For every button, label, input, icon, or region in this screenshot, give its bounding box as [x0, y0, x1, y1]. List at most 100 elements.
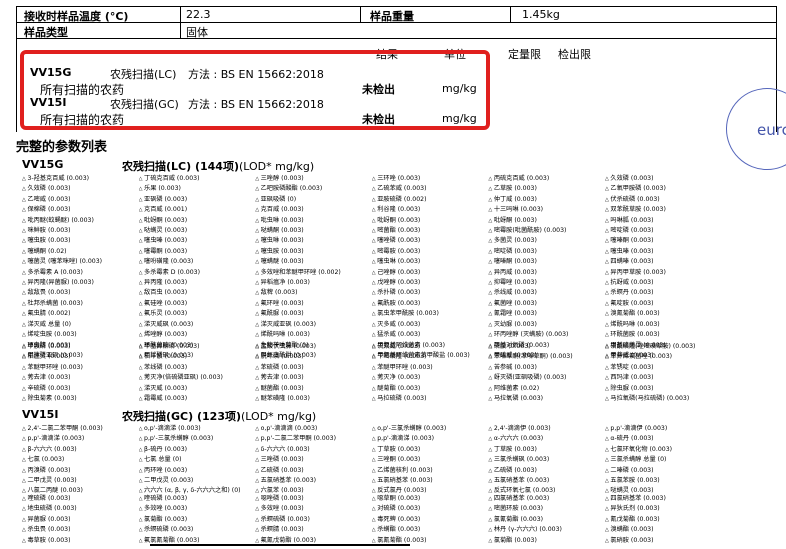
param-item: 噻虫啉 (0.003) [372, 257, 489, 267]
param-item: 吡蚜酮 (0.003) [372, 216, 489, 226]
param-item: p,p'-滴滴伊 (0.003) [605, 424, 722, 434]
lc-param-grid-1: 3-羟基克百威 (0.003)丁硫克百威 (0.003)三唑醇 (0.003)三… [22, 174, 778, 361]
param-item: 涕灭威亚砜 (0.003) [255, 320, 372, 330]
param-item: 林丹 (γ-六六六) (0.003) [488, 525, 605, 535]
param-item: 除虫菊素 (0.003) [22, 394, 139, 404]
param-item: 杀螟硫磷 (0.003) [139, 525, 256, 535]
param-item: 敌敌畏 (0.003) [22, 288, 139, 298]
param-item: β-硫丹 (0.003) [139, 445, 256, 455]
param-item: 乙吧胺磷酸酯 (0.003) [255, 184, 372, 194]
param-item: 2,4'-二氯二苯甲酮 (0.003) [22, 424, 139, 434]
param-item: 乙硫磷 (0.003) [255, 466, 372, 476]
param-item: 稻丰散 (0.003) [139, 352, 256, 362]
param-item: 噻虫嗪 (0.003) [139, 236, 256, 246]
param-item: 三唑醇 (0.003) [255, 174, 372, 184]
param-item: 敌百虫 (0.003) [139, 288, 256, 298]
param-item: 五氯硝基苯 (0.003) [372, 476, 489, 486]
param-item: 七氯环氧化物 (0.003) [605, 445, 722, 455]
param-item: 苯醚甲环唑 (0.003) [372, 363, 489, 373]
param-item: 杀螨酯 (0.003) [372, 525, 489, 535]
param-item: 戊唑醇 (0.003) [372, 278, 489, 288]
param-item: 3-羟基克百威 (0.003) [22, 174, 139, 184]
param-item: 三环唑 (0.003) [372, 174, 489, 184]
sample-type-label: 样品类型 [24, 26, 68, 39]
param-item: 乙硫磷 (0.003) [488, 466, 605, 476]
param-item: 噻吩磺隆 (0.003) [139, 257, 256, 267]
param-item: 烯啶虫胺 (0.003) [22, 330, 139, 340]
param-item: 溴螨酯 (0.003) [605, 525, 722, 535]
param-item: 氟酰胺 (0.003) [372, 299, 489, 309]
param-item: 马拉氧磷 (0.003) [488, 394, 605, 404]
gc-param-grid-2: 喹硫磷 (0.003)喹硫磷 (0.003)噁唑磷 (0.003)噁草酮 (0.… [22, 494, 778, 546]
param-item: 嘧啶磷 (0.003) [605, 226, 722, 236]
param-item: 马拉氧磷(马拉硫磷) (0.003) [605, 394, 722, 404]
param-item: 亚砜磷 (0.003) [139, 195, 256, 205]
param-item: 丙溴磷 (0.003) [22, 466, 139, 476]
param-item: 杀螟丹 (0.003) [605, 288, 722, 298]
param-item: 噻螨酮 (0.02) [22, 247, 139, 257]
param-item: 异丙甲草胺 (0.003) [605, 268, 722, 278]
param-item: 磺酰磺隆(唑嘧磺草胺) (0.003) [605, 342, 722, 352]
param-item: p,p'-二氯二苯甲酮 (0.003) [255, 434, 372, 444]
param-item: 噻菌灵 (噻苯咪唑) (0.003) [22, 257, 139, 267]
param-item: 丁草胺 (0.003) [372, 445, 489, 455]
param-item: 克百威 (0.001) [139, 205, 256, 215]
param-item: 辛硫磷 (0.003) [22, 384, 139, 394]
param-item: 涕灭威 总量 (0) [22, 320, 139, 330]
param-item: 苯嗪草酮(苯嗪草酮) (0.003) [488, 352, 605, 362]
col-limit-header: 定量限 [508, 48, 541, 61]
param-item: 咪鲜胺 (0.003) [22, 226, 139, 236]
param-item: 嘧菌酯 (0.003) [372, 226, 489, 236]
param-item: 噻嗪酮 (0.003) [605, 236, 722, 246]
param-item: 氟乐灵 (0.003) [139, 309, 256, 319]
param-item: 仲丁威 (0.003) [488, 195, 605, 205]
param-item: 莠灭净 (0.003) [372, 373, 489, 383]
param-item: 喹硫磷 (0.003) [139, 494, 256, 504]
param-item: 甲基异柳磷 (0.003) [139, 342, 256, 352]
param-list-title: 完整的参数列表 [16, 140, 108, 155]
param-item: β-六六六 (0.003) [22, 445, 139, 455]
param-item: 稻瘟灵 (0.003) [22, 352, 139, 362]
param-item: 杀螟硫磷 (0.003) [255, 515, 372, 525]
lc-section-title: 农残扫描(LC) (144项)(LOD* mg/kg) [122, 160, 315, 173]
param-item: 猛杀威 (0.003) [372, 330, 489, 340]
param-item: 异菌脲 (0.003) [22, 515, 139, 525]
table-line-2 [16, 38, 776, 39]
sample-weight-label: 样品重量 [370, 10, 414, 23]
param-item: 三氯杀螨醇 总量 (0) [605, 455, 722, 465]
param-item: 抗蚜威 (0.003) [605, 278, 722, 288]
stamp-seal-icon: eurc [726, 88, 786, 170]
param-item: 溴氰菊酯 (0.003) [605, 309, 722, 319]
lc-section-code: VV15G [22, 158, 64, 171]
param-item: 莠去津 (0.003) [255, 373, 372, 383]
param-item: 醚菊酯 (0.003) [372, 384, 489, 394]
param-item: 盐酸伏虫脒 (0.003) [255, 342, 372, 352]
param-item: 噻霉酮 (0.003) [139, 247, 256, 257]
param-item: 氰戊菊酯 (0.003) [605, 515, 722, 525]
param-item: 乙硫苯威 (0.003) [372, 184, 489, 194]
param-item: 苦参碱 (0.003) [488, 363, 605, 373]
col-detection-header: 检出限 [558, 48, 591, 61]
param-item: 乙烯菌核利 (0.003) [372, 466, 489, 476]
param-item: 十三吗啉 (0.003) [488, 205, 605, 215]
param-item: α-六六六 (0.003) [488, 434, 605, 444]
param-item: 四螨嗪 (0.003) [605, 257, 722, 267]
param-item: 嘧霉胺(吡菌酰胺) (0.003) [488, 226, 605, 236]
param-item: 乙嘧威 (0.003) [22, 195, 139, 205]
param-item: o,p'-滴滴涕 (0.003) [139, 424, 256, 434]
param-item: o,p'-三氯杀螨醇 (0.003) [372, 424, 489, 434]
param-item: 对硫磷 (0.003) [372, 504, 489, 514]
gc-section-code: VV15I [22, 408, 59, 421]
param-item: 丙硫克百威 (0.003) [488, 174, 605, 184]
param-item: 甲胺磷 (0.003) [22, 342, 139, 352]
param-item: 杀虫畏 (0.003) [22, 525, 139, 535]
param-item: 乙草胺 (0.003) [488, 184, 605, 194]
param-item: 乐果 (0.003) [139, 184, 256, 194]
param-item: 哒螨酮 (0.003) [255, 226, 372, 236]
param-item: 克百威 (0.003) [255, 205, 372, 215]
param-item: 多杀霉素 D (0.003) [139, 268, 256, 278]
highlight-box [20, 50, 490, 130]
param-item: 氟虫腈 (0.002) [22, 309, 139, 319]
param-item: 久效磷 (0.003) [605, 174, 722, 184]
param-item: 吡虫啉 (0.003) [255, 216, 372, 226]
